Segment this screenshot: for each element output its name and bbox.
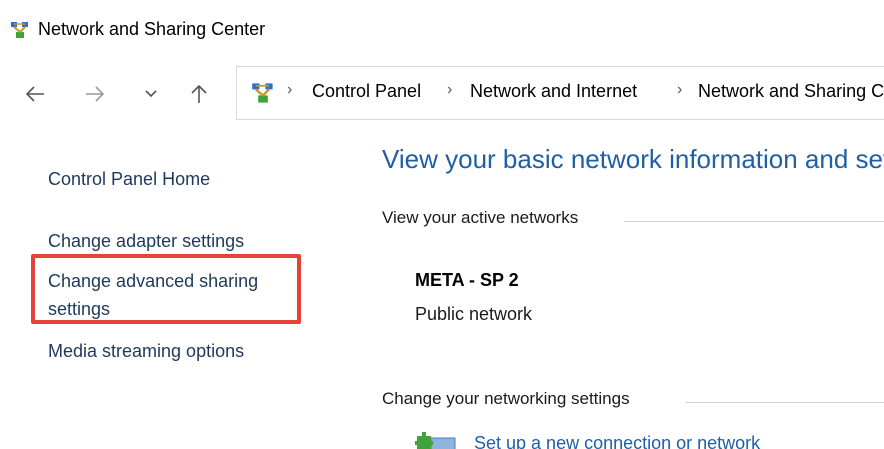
section-divider (624, 221, 884, 222)
active-networks-heading: View your active networks (382, 208, 579, 227)
navigation-bar: › Control Panel › Network and Internet ›… (0, 60, 884, 128)
change-networking-settings-heading: Change your networking settings (382, 389, 630, 408)
control-panel-home-link[interactable]: Control Panel Home (48, 165, 210, 193)
breadcrumb-separator: › (677, 81, 683, 98)
title-bar: Network and Sharing Center (0, 0, 884, 60)
up-button[interactable] (184, 74, 214, 114)
breadcrumb-separator: › (287, 81, 293, 98)
setup-new-connection-link[interactable]: Set up a new connection or network (474, 433, 760, 449)
media-streaming-options-link[interactable]: Media streaming options (48, 337, 244, 365)
breadcrumb-control-panel[interactable]: Control Panel (312, 81, 421, 102)
window-title: Network and Sharing Center (38, 19, 266, 39)
forward-button[interactable] (80, 74, 110, 114)
breadcrumb-network-and-sharing-center[interactable]: Network and Sharing Center (698, 81, 884, 102)
forward-arrow-icon (86, 86, 105, 102)
back-button[interactable] (20, 74, 50, 114)
change-adapter-settings-link[interactable]: Change adapter settings (48, 227, 244, 255)
highlight-box (31, 254, 301, 324)
chevron-down-icon (145, 90, 157, 98)
network-center-icon (11, 22, 28, 38)
breadcrumb-network-and-internet[interactable]: Network and Internet (470, 81, 637, 102)
recent-locations-button[interactable] (136, 74, 166, 114)
breadcrumb-separator: › (447, 81, 453, 98)
up-arrow-icon (191, 84, 207, 103)
network-center-icon (252, 83, 273, 103)
window: Network and Sharing Center › Control Pan… (0, 0, 884, 449)
address-bar[interactable]: › Control Panel › Network and Internet ›… (236, 66, 884, 120)
new-connection-icon (415, 432, 456, 449)
network-type: Public network (415, 304, 533, 324)
network-name: META - SP 2 (415, 270, 519, 290)
page-title: View your basic network information and … (382, 144, 884, 174)
back-arrow-icon (25, 86, 44, 102)
section-divider (686, 402, 884, 403)
